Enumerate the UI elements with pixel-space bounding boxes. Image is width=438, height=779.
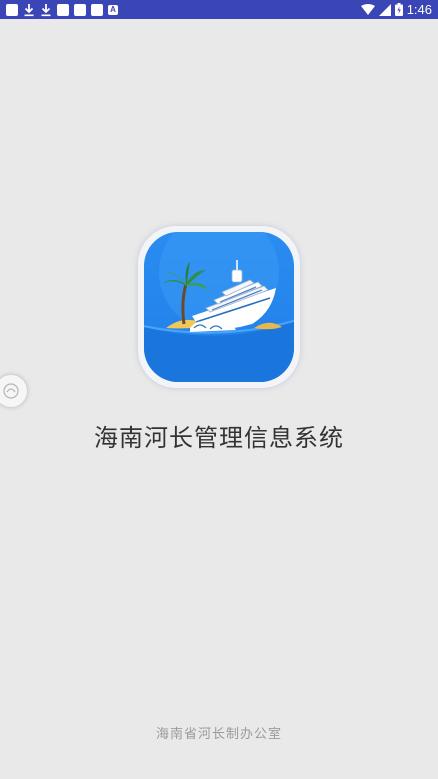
floating-assist-ball[interactable] [0,374,28,408]
wifi-icon [360,3,375,15]
app-logo [138,226,300,388]
notification-square-icon [6,3,18,16]
system-icons: 1:46 [360,1,432,18]
status-time: 1:46 [406,2,432,17]
notification-square-icon [74,3,86,16]
battery-icon [394,3,403,16]
footer-organization: 海南省河长制办公室 [155,727,282,742]
notification-icons: A [6,2,118,17]
signal-icon [378,3,391,16]
assist-ball-icon [3,383,19,399]
notification-square-icon [91,3,103,16]
app-title: 海南河长管理信息系统 [94,424,344,452]
download-icon [41,3,51,16]
app-logo-inner [144,232,294,382]
download-icon [24,3,34,16]
status-bar: A 1:46 [0,0,438,19]
a-icon: A [108,4,118,15]
notification-square-icon [57,3,69,16]
cruise-ship-palm-icon [144,232,294,382]
